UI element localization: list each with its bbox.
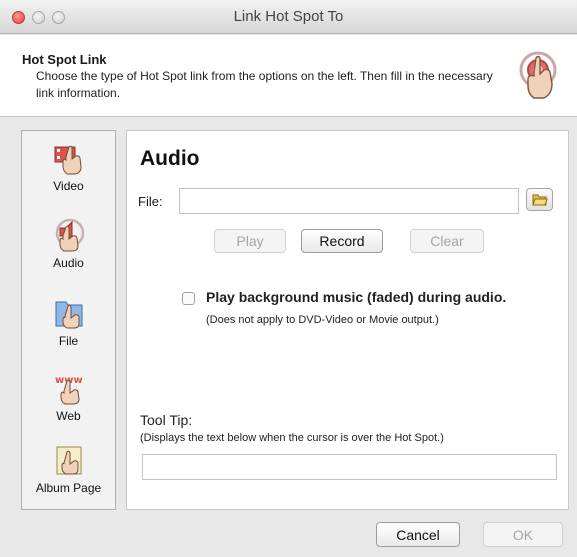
hand-video-icon bbox=[54, 145, 82, 175]
sidebar-item-file[interactable]: File bbox=[22, 296, 115, 348]
audio-settings-panel: Audio File: Play Record Clear Play backg… bbox=[126, 130, 569, 510]
sidebar-item-web[interactable]: www Web bbox=[22, 371, 115, 423]
link-type-sidebar: Video Audio File www Web bbox=[21, 130, 116, 510]
header-panel: Hot Spot Link Choose the type of Hot Spo… bbox=[0, 35, 577, 117]
tooltip-input[interactable] bbox=[142, 454, 557, 480]
hand-web-icon: www bbox=[55, 375, 82, 405]
background-music-label[interactable]: Play background music (faded) during aud… bbox=[206, 289, 506, 305]
header-description: Choose the type of Hot Spot link from th… bbox=[36, 69, 493, 100]
hand-file-icon bbox=[55, 301, 82, 329]
sidebar-item-label: Audio bbox=[53, 256, 84, 270]
play-button[interactable]: Play bbox=[214, 229, 286, 253]
folder-open-icon bbox=[531, 194, 548, 205]
file-path-input[interactable] bbox=[179, 188, 519, 214]
background-music-checkbox[interactable] bbox=[182, 292, 195, 305]
tooltip-label: Tool Tip: bbox=[140, 412, 193, 428]
hand-pointer-target-icon bbox=[519, 51, 557, 99]
header-title: Hot Spot Link bbox=[22, 52, 107, 67]
sidebar-item-audio[interactable]: Audio bbox=[22, 218, 115, 270]
clear-button[interactable]: Clear bbox=[410, 229, 484, 253]
background-music-note: (Does not apply to DVD-Video or Movie ou… bbox=[206, 314, 439, 326]
cancel-button[interactable]: Cancel bbox=[376, 522, 460, 547]
sidebar-item-label: Web bbox=[56, 409, 81, 423]
sidebar-item-video[interactable]: Video bbox=[22, 141, 115, 193]
record-button[interactable]: Record bbox=[301, 229, 383, 253]
window-title: Link Hot Spot To bbox=[233, 8, 344, 25]
hand-album-page-icon bbox=[56, 446, 81, 475]
sidebar-item-label: Video bbox=[53, 179, 84, 193]
dialog-window: Link Hot Spot To Hot Spot Link Choose th… bbox=[0, 0, 577, 557]
ok-button[interactable]: OK bbox=[483, 522, 563, 547]
section-title: Audio bbox=[140, 147, 200, 170]
title-bar[interactable]: Link Hot Spot To bbox=[0, 0, 577, 34]
file-label: File: bbox=[138, 194, 163, 209]
hand-audio-icon bbox=[55, 218, 84, 252]
browse-file-button[interactable] bbox=[526, 188, 553, 211]
sidebar-item-label: File bbox=[58, 334, 79, 348]
sidebar-item-label: Album Page bbox=[35, 481, 102, 495]
sidebar-item-album-page[interactable]: Album Page bbox=[22, 443, 115, 495]
tooltip-note: (Displays the text below when the cursor… bbox=[140, 432, 444, 444]
